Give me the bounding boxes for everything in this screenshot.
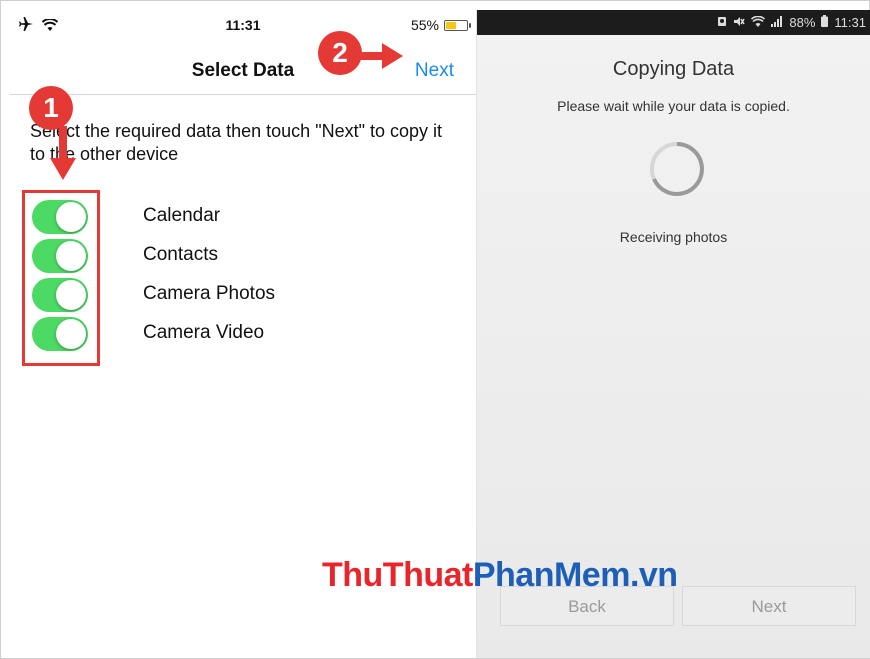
option-label: Camera Video [143,322,265,343]
loading-spinner-icon [650,142,704,196]
instructions-text: Select the required data then touch "Nex… [30,121,443,164]
step-2-badge: 2 [318,31,362,75]
android-battery-percent: 88% [789,15,816,30]
watermark-part3: .vn [629,556,678,594]
option-label: Camera Photos [143,283,276,304]
notification-icon [717,15,727,30]
ios-clock: 11:31 [225,17,261,33]
wifi-icon [751,15,766,30]
mute-icon [733,15,746,30]
android-clock: 11:31 [834,15,866,30]
ios-nav-bar: Select Data Next [10,42,476,95]
android-next-button[interactable]: Next [682,586,856,626]
option-label: Contacts [143,244,218,265]
signal-icon [771,15,783,30]
android-status-bar: 88% 11:31 [477,10,870,35]
copying-title: Copying Data [612,58,735,80]
battery-icon [444,19,471,31]
step-2-arrow-icon [360,43,403,69]
watermark-part2: PhanMem [472,556,631,594]
battery-icon [821,15,829,30]
next-button[interactable]: Next [415,60,454,82]
step-1-badge: 1 [29,86,73,130]
ios-status-bar: 11:31 55% [10,10,476,42]
progress-status-text: Receiving photos [619,229,728,245]
watermark-part1: ThuThuat [322,556,473,594]
ios-battery-percent: 55% [410,17,439,33]
step-1-arrow-icon [50,126,76,180]
option-label: Calendar [143,205,221,226]
watermark-logo: ThuThuatPhanMem.vn [322,556,678,595]
page-title: Select Data [191,60,295,81]
toggles-highlight-box [22,190,100,366]
copying-subtitle: Please wait while your data is copied. [557,98,790,114]
